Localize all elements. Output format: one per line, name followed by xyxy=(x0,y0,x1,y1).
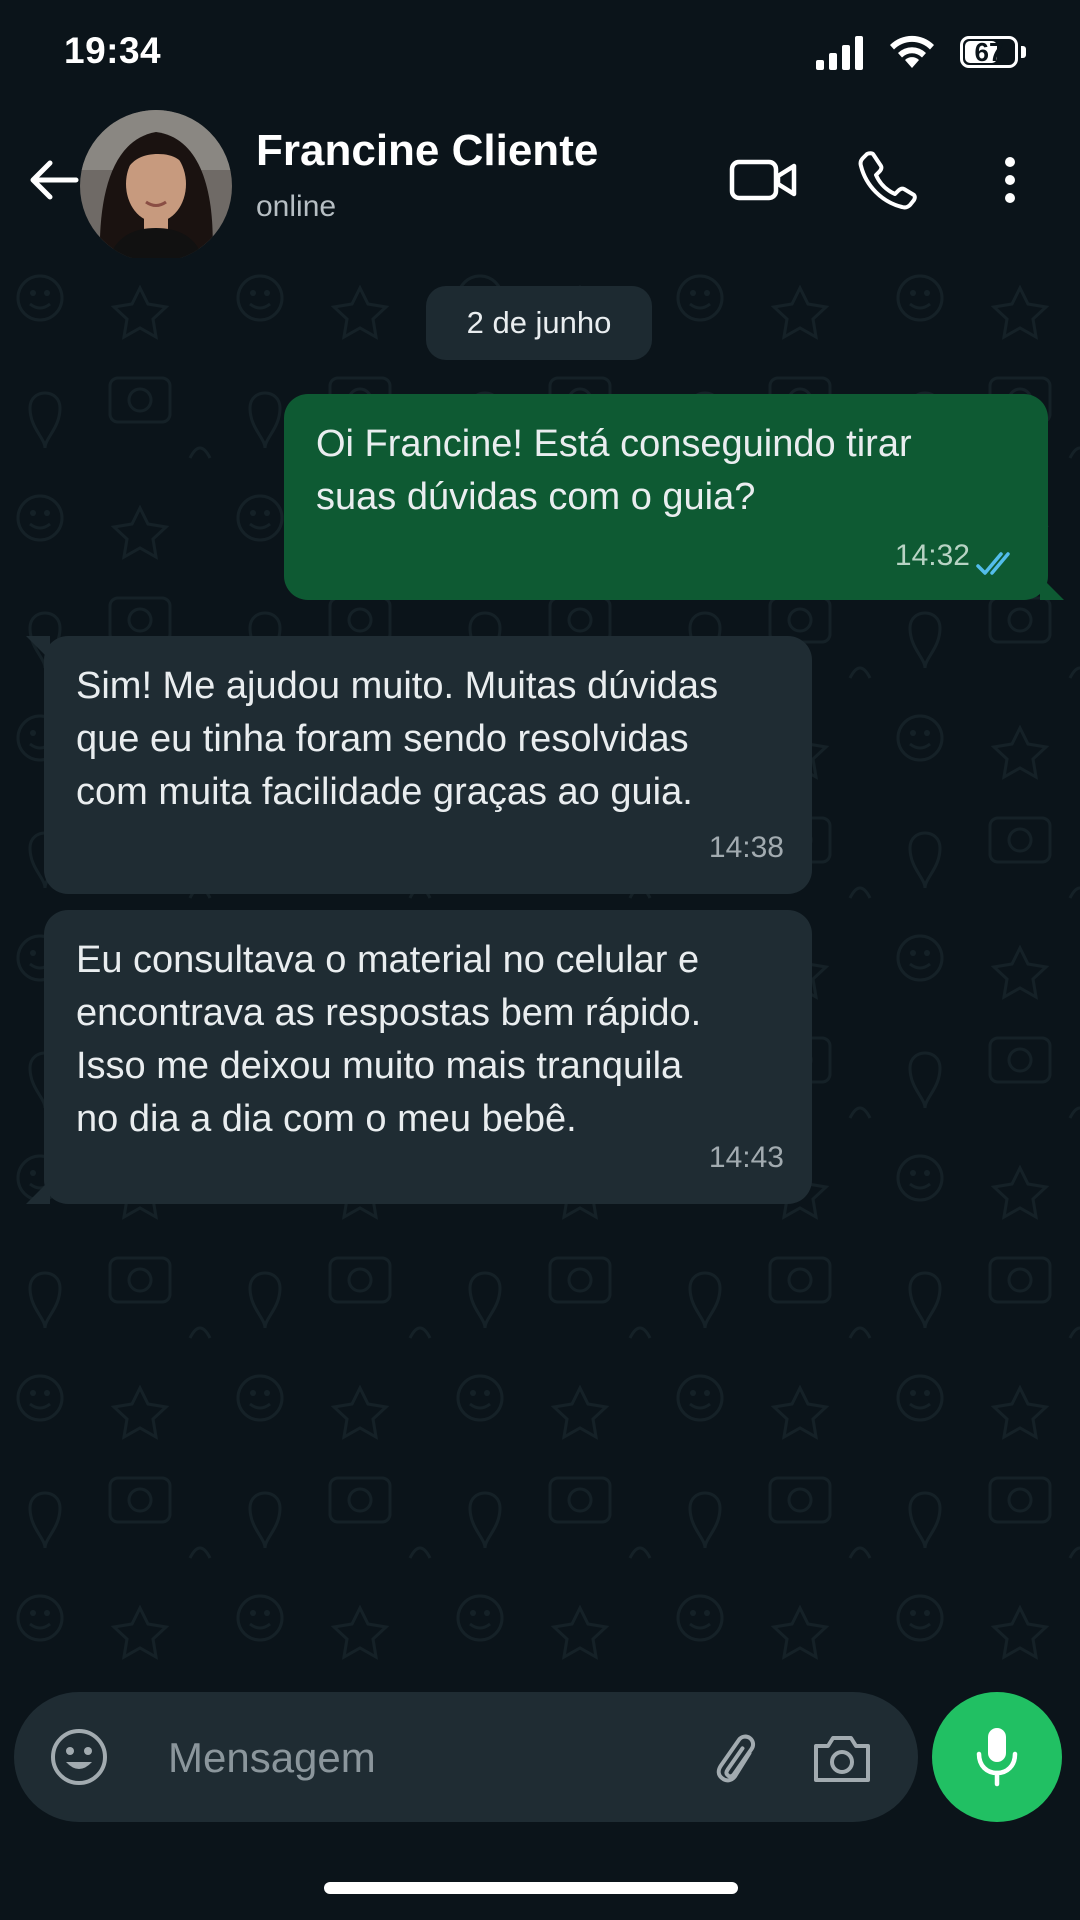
message-composer xyxy=(14,1692,918,1822)
message-text: Sim! Me ajudou muito. Muitas dúvidas que… xyxy=(76,665,719,813)
microphone-icon xyxy=(976,1728,1018,1787)
avatar[interactable] xyxy=(80,110,232,262)
message-input[interactable] xyxy=(166,1722,690,1794)
message-time: 14:43 xyxy=(708,1141,784,1174)
more-vertical-icon[interactable] xyxy=(990,150,1030,210)
battery-icon: 67 xyxy=(960,36,1028,70)
status-time: 19:34 xyxy=(64,30,162,71)
message-text: Oi Francine! Está conseguindo tirar suas… xyxy=(316,423,912,518)
bubble-tail xyxy=(1040,576,1064,600)
phone-icon[interactable] xyxy=(856,148,918,210)
message-time: 14:32 xyxy=(894,539,970,572)
read-receipt-icon xyxy=(976,552,1010,575)
home-indicator[interactable] xyxy=(324,1882,738,1894)
video-camera-icon[interactable] xyxy=(728,150,800,210)
status-bar: 19:34 67 xyxy=(0,0,1080,106)
paperclip-icon[interactable] xyxy=(704,1728,764,1788)
emoji-icon[interactable] xyxy=(48,1726,110,1788)
camera-icon[interactable] xyxy=(810,1728,874,1788)
message-time: 14:38 xyxy=(708,831,784,864)
date-chip: 2 de junho xyxy=(426,286,652,360)
microphone-button[interactable] xyxy=(932,1692,1062,1822)
outgoing-message[interactable]: Oi Francine! Está conseguindo tirar suas… xyxy=(284,394,1048,600)
back-arrow-icon[interactable] xyxy=(24,150,84,210)
wifi-icon xyxy=(890,35,934,68)
battery-percentage: 67 xyxy=(974,37,1004,67)
incoming-message[interactable]: Sim! Me ajudou muito. Muitas dúvidas que… xyxy=(44,636,812,894)
incoming-message[interactable]: Eu consultava o material no celular e en… xyxy=(44,910,812,1204)
signal-icon xyxy=(816,36,863,70)
message-text: Eu consultava o material no celular e en… xyxy=(76,939,702,1140)
chat-header: Francine Cliente online xyxy=(0,106,1080,262)
chat-messages-area[interactable]: 2 de junho Oi Francine! Está conseguindo… xyxy=(0,258,1080,1690)
whatsapp-chat-screen: 19:34 67 Francine Cliente online 2 de ju… xyxy=(0,0,1080,1920)
contact-status: online xyxy=(256,190,337,223)
bubble-tail xyxy=(26,636,50,660)
contact-name[interactable]: Francine Cliente xyxy=(256,126,598,176)
bubble-tail xyxy=(26,1180,50,1204)
